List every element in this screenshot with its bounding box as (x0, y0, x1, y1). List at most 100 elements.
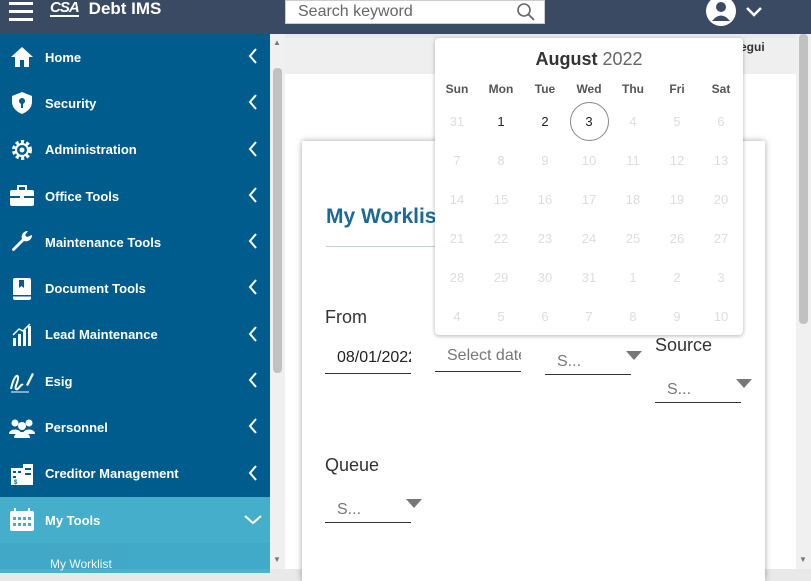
briefcase-icon (9, 183, 35, 209)
calendar-day-disabled: 8 (497, 153, 505, 168)
scroll-down-arrow-icon[interactable]: ▼ (273, 555, 281, 564)
dropdown-arrow-icon (626, 351, 642, 360)
sidebar-item-label: Creditor Management (45, 466, 179, 482)
calendar-day-disabled: 13 (713, 153, 729, 168)
page-title: My Worklist (326, 205, 444, 228)
logo-mark: CSA (50, 0, 80, 17)
chevron-left-icon (248, 187, 257, 203)
search-icon[interactable] (516, 2, 536, 22)
calendar-week-row: 28 29 30 31 1 2 3 (435, 258, 743, 297)
sidebar-item-esig[interactable]: Esig (0, 358, 270, 404)
calendar-weekday-label: Wed (576, 82, 602, 96)
calendar-weekday-label: Sat (711, 82, 731, 96)
sidebar-item-maintenance-tools[interactable]: Maintenance Tools (0, 219, 270, 265)
chevron-left-icon (248, 418, 257, 435)
scroll-up-arrow-icon[interactable]: ▲ (273, 38, 281, 47)
sidebar-item-label: Lead Maintenance (45, 327, 158, 343)
calendar-day-disabled: 19 (669, 192, 685, 207)
sidebar-item-lead-maintenance[interactable]: Lead Maintenance (0, 312, 270, 358)
calendar-day-disabled: 16 (537, 192, 553, 207)
calendar-week-row: 31 1 2 3 4 5 6 (435, 102, 743, 141)
calendar-day-disabled: 6 (541, 309, 549, 324)
user-menu-chevron-icon[interactable] (745, 6, 763, 18)
sidebar-item-administration[interactable]: Administration (0, 127, 270, 173)
calendar-weekday-label: Fri (669, 82, 685, 96)
sidebar-item-label: Document Tools (45, 281, 146, 297)
shield-icon (9, 90, 35, 116)
calendar-day-disabled: 10 (713, 309, 729, 324)
sidebar-item-creditor-management[interactable]: $ Creditor Management (0, 451, 270, 497)
source-select-value: S... (667, 381, 692, 398)
sidebar-scrollbar[interactable]: ▲ ▼ (270, 34, 285, 569)
status-select[interactable]: S... (545, 345, 642, 375)
calendar-day[interactable]: 3 (567, 102, 611, 141)
calendar-day-disabled: 2 (673, 270, 681, 285)
sidebar-item-label: Home (45, 49, 82, 65)
top-bar: CSA Debt IMS (0, 0, 811, 34)
app-title: Debt IMS (88, 0, 162, 18)
calendar-day[interactable]: 1 (479, 102, 523, 141)
sidebar-item-office-tools[interactable]: Office Tools (0, 173, 270, 219)
calendar-weekday-label: Mon (488, 82, 514, 96)
calendar-day-disabled: 11 (626, 153, 640, 168)
calendar-day-disabled: 29 (493, 270, 509, 285)
signature-icon (9, 368, 35, 394)
calendar-month-year[interactable]: August 2022 (435, 49, 743, 70)
queue-select[interactable]: S... (325, 493, 422, 523)
calendar-day-disabled: 18 (625, 192, 641, 207)
sidebar-subitem-label: My Worklist (50, 557, 112, 572)
from-date-input[interactable] (325, 344, 411, 372)
calendar-day-disabled: 9 (673, 309, 681, 324)
to-date-field (435, 342, 521, 372)
sidebar-item-label: Office Tools (45, 188, 120, 204)
sidebar-item-personnel[interactable]: Personnel (0, 404, 270, 450)
calendar-day-disabled: 15 (493, 192, 509, 207)
people-icon (9, 415, 35, 441)
calendar-week-row: 4 5 6 7 8 9 10 (435, 297, 743, 336)
calendar-day-disabled: 7 (453, 153, 461, 168)
chevron-left-icon (248, 140, 257, 157)
calendar-day-disabled: 28 (449, 270, 465, 285)
app-logo[interactable]: CSA Debt IMS (50, 0, 161, 19)
scroll-down-arrow-icon[interactable]: ▼ (799, 555, 807, 564)
calendar-day-disabled: 30 (537, 270, 553, 285)
sidebar-item-home[interactable]: Home (0, 34, 270, 80)
sidebar-item-document-tools[interactable]: Document Tools (0, 265, 270, 311)
user-avatar-icon[interactable] (704, 0, 738, 28)
dropdown-arrow-icon (406, 499, 422, 508)
hamburger-menu-icon[interactable] (9, 2, 33, 22)
calendar-day-disabled: 7 (585, 309, 593, 324)
to-date-input[interactable] (435, 342, 521, 370)
calendar-weekday-label: Tue (534, 82, 556, 96)
date-picker-popup: August 2022 Sun Mon Tue Wed Thu Fri Sat 31 1 2 3 4 5… (435, 38, 743, 335)
sidebar-item-my-tools[interactable]: My Tools (0, 496, 270, 544)
calendar-day-disabled: 1 (629, 270, 637, 285)
page-scrollbar[interactable]: ▼ (796, 34, 811, 569)
sidebar-scrollbar-thumb[interactable] (273, 68, 282, 373)
calendar-weekday-row: Sun Mon Tue Wed Thu Fri Sat (435, 80, 743, 102)
source-select[interactable]: S... (655, 373, 752, 403)
chevron-left-icon (248, 48, 257, 64)
page-scrollbar-thumb[interactable] (799, 34, 808, 324)
calendar-weekday-label: Thu (622, 82, 644, 96)
calendar-day-disabled: 17 (581, 192, 597, 207)
sidebar-item-label: My Tools (45, 512, 101, 528)
sidebar-item-security[interactable]: Security (0, 80, 270, 126)
calendar-year: 2022 (602, 49, 643, 69)
calendar-day-disabled: 20 (713, 192, 729, 207)
calendar-month: August (535, 49, 598, 69)
calendar-day-disabled: 9 (541, 153, 549, 168)
from-date-field (325, 344, 411, 374)
search-box (285, 0, 545, 24)
chevron-left-icon (248, 94, 257, 110)
calendar-day-disabled: 6 (717, 114, 725, 129)
calendar-day-disabled: 5 (497, 309, 505, 324)
search-input[interactable] (286, 1, 506, 23)
chevron-left-icon (248, 233, 257, 249)
home-icon (9, 44, 35, 70)
calendar-day-disabled: 31 (449, 114, 465, 129)
chevron-left-icon (248, 372, 257, 388)
book-icon (9, 276, 35, 302)
chevron-left-icon (248, 465, 257, 481)
calendar-day[interactable]: 2 (523, 102, 567, 141)
